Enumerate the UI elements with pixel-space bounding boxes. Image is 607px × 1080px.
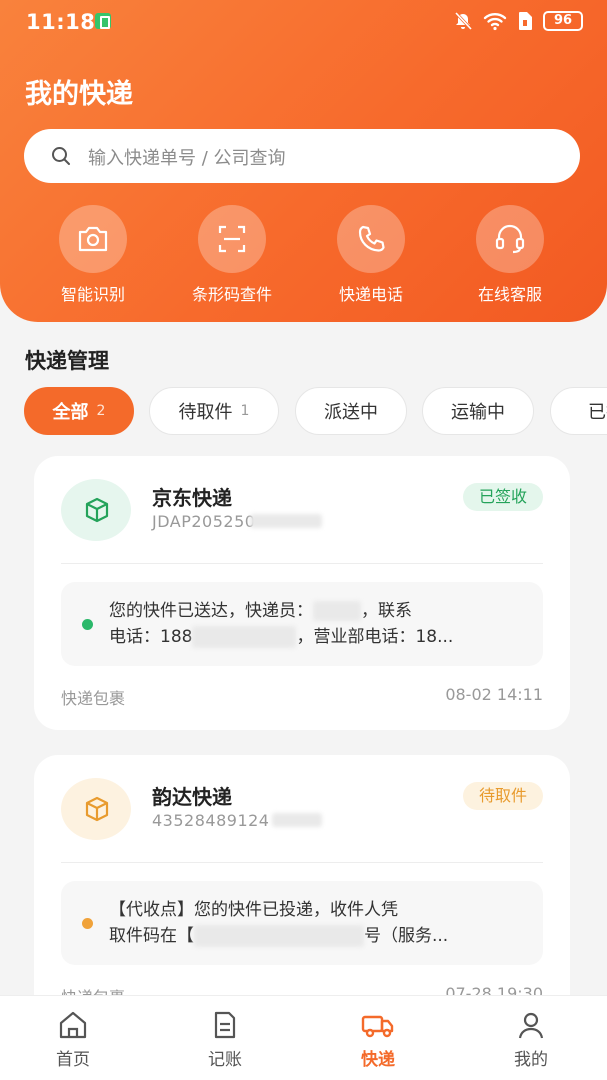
scan-icon	[218, 225, 246, 253]
tracking-message: 【代收点】您的快件已投递，收件人凭 取件码在【 号（服务...	[109, 897, 529, 949]
status-time: 11:18	[26, 10, 96, 34]
message-line2-tail: 号（服务...	[364, 926, 449, 946]
message-line2-tail: ，营业部电话：18...	[296, 627, 454, 647]
package-icon	[85, 796, 109, 822]
tab-delivered[interactable]: 已投	[550, 387, 607, 435]
tab-label: 待取件	[178, 402, 233, 423]
tracking-message: 您的快件已送达，快递员： ，联系 电话：188 ，营业部电话：18...	[109, 598, 529, 650]
status-badge: 待取件	[462, 782, 543, 810]
quick-action-barcode-search[interactable]: 条形码查件	[173, 205, 291, 305]
tab-all[interactable]: 全部 2	[24, 387, 134, 435]
message-line2: 电话：188	[109, 627, 193, 647]
tab-label: 派送中	[324, 402, 378, 423]
redacted-block	[250, 514, 322, 528]
status-dot	[82, 918, 93, 929]
tracking-number: JDAP205250	[152, 512, 256, 531]
nav-express[interactable]: 快递	[333, 1010, 423, 1070]
notification-icon	[95, 13, 111, 29]
quick-action-online-service[interactable]: 在线客服	[451, 205, 569, 305]
status-dot	[82, 619, 93, 630]
nav-label: 记账	[208, 1050, 242, 1070]
nav-ledger[interactable]: 记账	[180, 1010, 270, 1070]
tab-count: 1	[240, 403, 250, 419]
parcel-type: 快递包裹	[61, 689, 126, 708]
quick-action-label: 条形码查件	[191, 285, 272, 304]
nav-label: 快递	[361, 1050, 395, 1070]
message-line1-tail: ，联系	[361, 601, 412, 621]
quick-action-label: 快递电话	[338, 285, 403, 304]
headset-icon	[495, 224, 525, 254]
tracking-message-box: 【代收点】您的快件已投递，收件人凭 取件码在【 号（服务...	[61, 881, 543, 965]
package-icon	[85, 497, 109, 523]
battery-indicator: 96	[543, 11, 583, 31]
nav-label: 首页	[56, 1050, 90, 1070]
mute-icon	[454, 11, 473, 31]
ledger-icon	[214, 1011, 236, 1039]
tab-delivering[interactable]: 派送中	[295, 387, 407, 435]
parcel-card[interactable]: 韵达快递 43528489124 待取件 【代收点】您的快件已投递，收件人凭 取…	[34, 755, 570, 1029]
quick-action-courier-phone[interactable]: 快递电话	[312, 205, 430, 305]
home-icon	[59, 1011, 87, 1039]
tracking-message-box: 您的快件已送达，快递员： ，联系 电话：188 ，营业部电话：18...	[61, 582, 543, 666]
section-title: 快递管理	[25, 349, 109, 373]
filter-tabs: 全部 2 待取件 1 派送中 运输中 已投	[24, 387, 607, 435]
wifi-icon	[483, 13, 507, 31]
truck-icon	[361, 1015, 394, 1038]
update-time: 08-02 14:11	[445, 685, 543, 704]
tab-count: 2	[96, 403, 106, 419]
search-icon	[52, 147, 70, 165]
search-placeholder: 输入快递单号 / 公司查询	[88, 148, 286, 169]
courier-name: 京东快递	[152, 486, 232, 510]
nav-home[interactable]: 首页	[28, 1010, 118, 1070]
phone-icon	[358, 225, 385, 252]
nav-profile[interactable]: 我的	[486, 1010, 576, 1070]
tab-pending-pickup[interactable]: 待取件 1	[149, 387, 279, 435]
page-title: 我的快递	[25, 79, 133, 110]
tab-label: 已投	[588, 402, 607, 423]
parcel-card[interactable]: 京东快递 JDAP205250 已签收 您的快件已送达，快递员： ，联系 电话：1…	[34, 456, 570, 730]
bottom-navigation: 首页 记账 快递 我的	[0, 995, 607, 1080]
sim-icon	[519, 12, 532, 30]
tracking-number: 43528489124	[152, 811, 270, 830]
redacted-block	[194, 925, 364, 947]
status-badge: 已签收	[462, 483, 543, 511]
redacted-block	[272, 813, 322, 827]
message-line1: 您的快件已送达，快递员：	[109, 601, 313, 621]
redacted-block	[192, 626, 297, 648]
status-bar: 11:18 96	[0, 0, 607, 42]
search-input[interactable]: 输入快递单号 / 公司查询	[24, 129, 580, 183]
card-divider	[61, 563, 543, 564]
message-line1: 【代收点】您的快件已投递，收件人凭	[109, 900, 398, 920]
tab-label: 运输中	[451, 402, 505, 423]
profile-icon	[518, 1012, 544, 1039]
quick-action-label: 智能识别	[60, 285, 125, 304]
nav-label: 我的	[514, 1050, 548, 1070]
tab-in-transit[interactable]: 运输中	[422, 387, 534, 435]
tab-label: 全部	[52, 402, 89, 423]
quick-action-smart-recognition[interactable]: 智能识别	[34, 205, 152, 305]
card-divider	[61, 862, 543, 863]
camera-icon	[78, 226, 108, 252]
redacted-block	[313, 601, 361, 621]
quick-action-label: 在线客服	[477, 285, 542, 304]
courier-name: 韵达快递	[152, 785, 232, 809]
message-line2: 取件码在【	[109, 926, 194, 946]
header-banner: 11:18 96 我的快递 输入快递单号 / 公司查询 智能识别 条形码查件 快…	[0, 0, 607, 322]
